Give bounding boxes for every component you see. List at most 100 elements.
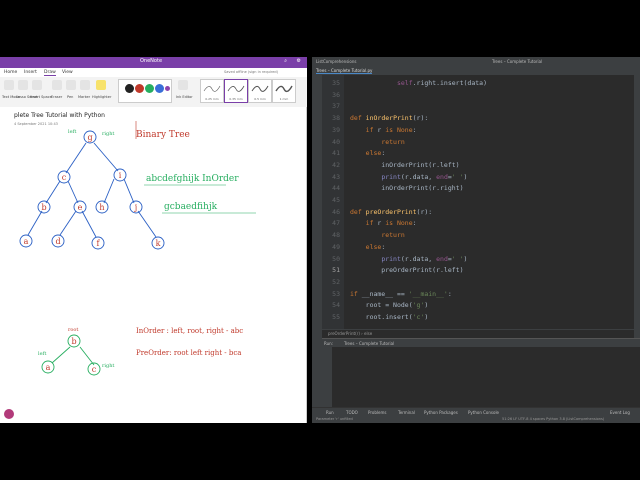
code-editor[interactable]: self.right.insert(data) def inOrderPrint(… [344,75,634,329]
line-number: 46 [332,207,340,216]
code-line[interactable]: if r is None: [350,126,417,134]
offline-notice: Saved offline (sign in required) [224,70,278,74]
code-line[interactable]: def inOrderPrint(r): [350,114,428,122]
label-h: h [99,203,104,212]
stroke-tile-3-label: 0.5 mm [254,97,266,101]
highlighter-button[interactable] [96,80,106,90]
run-label: Run: [324,341,334,346]
note-preorder: PreOrder: root left right - bca [136,349,241,357]
line-number: 51 [332,266,340,275]
line-number: 44 [332,184,340,193]
code-line[interactable]: return [350,138,404,146]
small-label-b: b [71,337,76,346]
pen-button[interactable] [66,80,76,90]
draw-ribbon: Text Mode Lasso Select Insert Space Eras… [0,77,307,108]
tool-event-log[interactable]: Event Log [610,410,630,415]
stroke-tile-4[interactable]: 1 mm [272,79,296,103]
insert-space-button[interactable] [32,80,42,90]
pen-color-black[interactable] [125,84,134,93]
avatar[interactable] [4,409,14,419]
line-number: 54 [332,301,340,310]
edge-left-label: left [68,129,76,135]
pycharm-window: ListComprehensions Trees – Complete Tuto… [312,57,640,423]
tool-python-console[interactable]: Python Console [468,410,499,415]
note-page[interactable]: plete Tree Tutorial with Python 4 Septem… [0,107,307,423]
pen-color-blue[interactable] [155,84,164,93]
code-line[interactable]: def preOrderPrint(r): [350,208,432,216]
code-line[interactable]: self.right.insert(data) [350,79,487,87]
tab-home[interactable]: Home [4,70,17,75]
line-number: 45 [332,196,340,204]
breadcrumb-text[interactable]: preOrderPrint(r) › else [328,331,372,336]
ink-preorder-seq: gcbaedfihjk [164,202,218,212]
code-line[interactable]: else: [350,243,386,251]
tab-view[interactable]: View [62,70,73,75]
tab-insert[interactable]: Insert [24,70,37,75]
label-d: d [55,237,60,246]
stroke-tile-1[interactable]: 0.25 mm [200,79,224,103]
ink-canvas: g c i b e h j a d f k left right Binary … [19,121,256,376]
settings-icon[interactable]: ⚙ [297,58,301,64]
pen-color-purple[interactable] [165,86,170,91]
code-line[interactable]: root = Node('g') [350,301,429,309]
line-number: 47 [332,219,340,228]
pen-color-green[interactable] [145,84,154,93]
label-i: i [119,171,122,180]
onenote-titlebar: OneNote ⌕ ⚙ [0,57,307,68]
line-gutter: 35 36 37 38 39 40 41 42 43 44 45 46 47 48 49 50 51 52 53 54… [322,75,344,329]
line-number: 37 [332,102,340,111]
code-line[interactable]: if __name__ == '__main__': [350,290,452,298]
ink-inorder-seq: abcdefghijk InOrder [146,174,239,184]
line-number: 38 [332,114,340,123]
line-number: 36 [332,90,340,99]
small-label-a: a [46,363,51,372]
label-g: g [87,133,92,142]
stroke-tile-3[interactable]: 0.5 mm [248,79,272,103]
line-number: 40 [332,137,340,146]
code-line[interactable]: inOrderPrint(r.right) [350,184,463,192]
run-toolbar[interactable] [322,347,332,409]
text-mode-button[interactable] [4,80,14,90]
page-scrollbar[interactable] [306,107,307,423]
status-info[interactable]: 51:26 LF UTF-8 4 spaces Python 3.8 (List… [502,417,604,421]
code-line[interactable]: return [350,231,404,239]
tab-trees-file[interactable]: Trees – Complete Tutorial.py [316,68,373,74]
lasso-select-button[interactable] [18,80,28,90]
project-name[interactable]: ListComprehensions [316,59,356,64]
code-line[interactable]: print(r.data, end=' ') [350,255,467,263]
code-line[interactable]: print(r.data, end=' ') [350,173,467,181]
label-f: f [97,239,101,248]
tool-python-packages[interactable]: Python Packages [424,410,458,415]
tool-todo[interactable]: TODO [346,410,358,415]
line-number: 52 [332,277,340,286]
code-line[interactable]: inOrderPrint(r.left) [350,161,459,169]
left-toolbar[interactable] [312,75,322,415]
ink-title: Binary Tree [136,130,190,140]
eraser-button[interactable] [52,80,62,90]
small-label-c: c [92,365,97,374]
status-message: Parameter 'r' unfilled [316,417,353,421]
label-e: e [78,203,83,212]
ink-editor-button[interactable] [178,80,188,90]
code-line[interactable]: root.insert('c') [350,313,429,321]
ink-editor-label: Ink Editor [176,95,193,99]
pycharm-titlebar: ListComprehensions Trees – Complete Tuto… [312,57,640,66]
tab-draw[interactable]: Draw [44,70,56,76]
search-icon[interactable]: ⌕ [284,58,287,64]
tool-run[interactable]: Run [326,410,334,415]
stroke-tile-2[interactable]: 0.35 mm [224,79,248,103]
code-line[interactable]: if r is None: [350,219,417,227]
pen-label: Pen [67,95,74,99]
code-line[interactable]: preOrderPrint(r.left) [350,266,463,274]
tool-problems[interactable]: Problems [368,410,386,415]
pen-color-red[interactable] [135,84,144,93]
small-root-label: root [68,327,78,333]
code-line[interactable]: else: [350,149,386,157]
marker-button[interactable] [80,80,90,90]
label-k: k [156,239,161,248]
line-number: 55 [332,313,340,321]
highlighter-label: Highlighter [92,95,112,99]
label-a: a [24,237,29,246]
run-tab[interactable]: Trees – Complete Tutorial [344,341,394,346]
tool-terminal[interactable]: Terminal [398,410,415,415]
